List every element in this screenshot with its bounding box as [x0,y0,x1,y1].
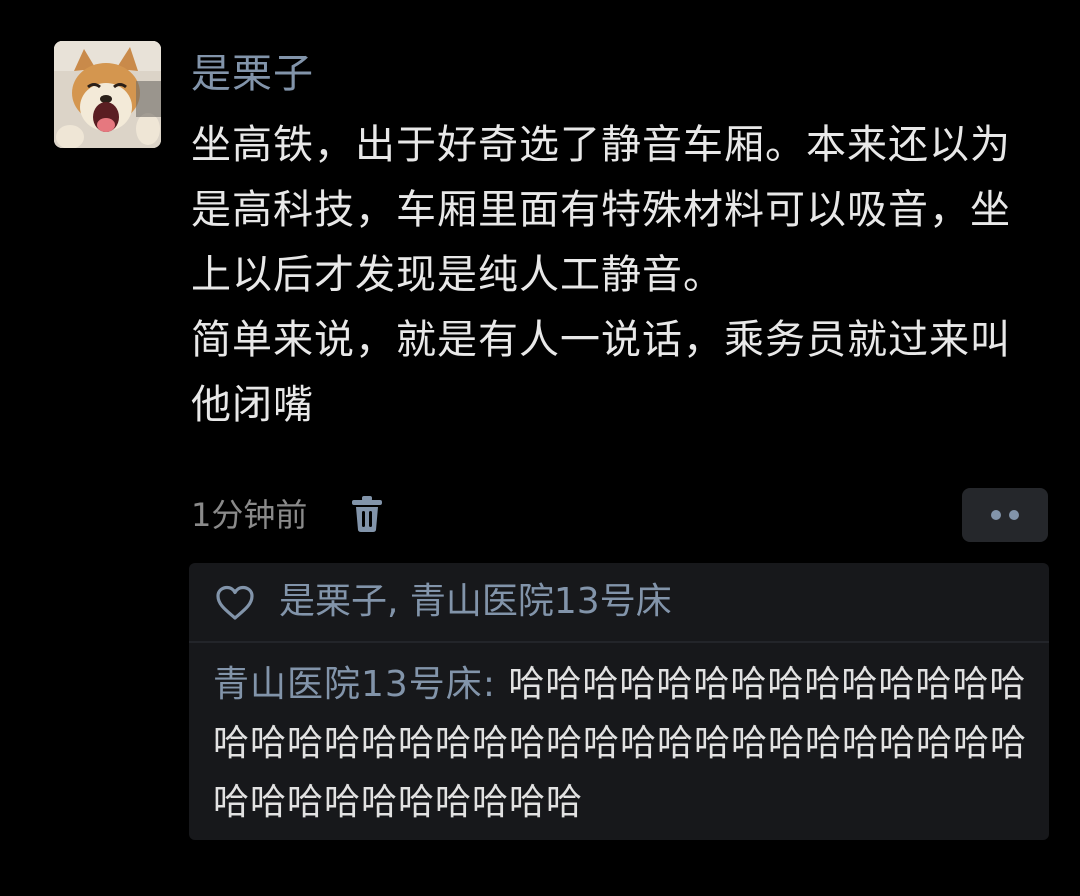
delete-button[interactable] [348,494,386,534]
shiba-dog-avatar-icon [54,41,161,148]
user-avatar[interactable] [54,41,161,148]
likes-row: 是栗子, 青山医院13号床 [189,563,1049,643]
more-dots-icon [991,510,1001,520]
post-timestamp: 1分钟前 [191,496,308,534]
heart-outline-icon [216,585,254,620]
likers-list[interactable]: 是栗子, 青山医院13号床 [279,577,672,627]
post-body: 坐高铁，出于好奇选了静音车厢。本来还以为是高科技，车厢里面有特殊材料可以吸音，坐… [191,113,1021,438]
comment-author[interactable]: 青山医院13号床 [213,664,483,705]
more-options-button[interactable] [962,488,1048,542]
interaction-panel: 是栗子, 青山医院13号床 青山医院13号床: 哈哈哈哈哈哈哈哈哈哈哈哈哈哈哈哈… [189,563,1049,840]
post-author-name[interactable]: 是栗子 [191,46,314,102]
trash-icon [352,496,382,532]
like-button[interactable] [215,585,255,621]
more-dots-icon [1009,510,1019,520]
comment-separator: : [482,664,509,705]
post-paragraph: 坐高铁，出于好奇选了静音车厢。本来还以为是高科技，车厢里面有特殊材料可以吸音，坐… [191,122,1011,298]
comment-item[interactable]: 青山医院13号床: 哈哈哈哈哈哈哈哈哈哈哈哈哈哈哈哈哈哈哈哈哈哈哈哈哈哈哈哈哈哈… [213,655,1041,832]
post-paragraph: 简单来说，就是有人一说话，乘务员就过来叫他闭嘴 [191,317,1011,428]
